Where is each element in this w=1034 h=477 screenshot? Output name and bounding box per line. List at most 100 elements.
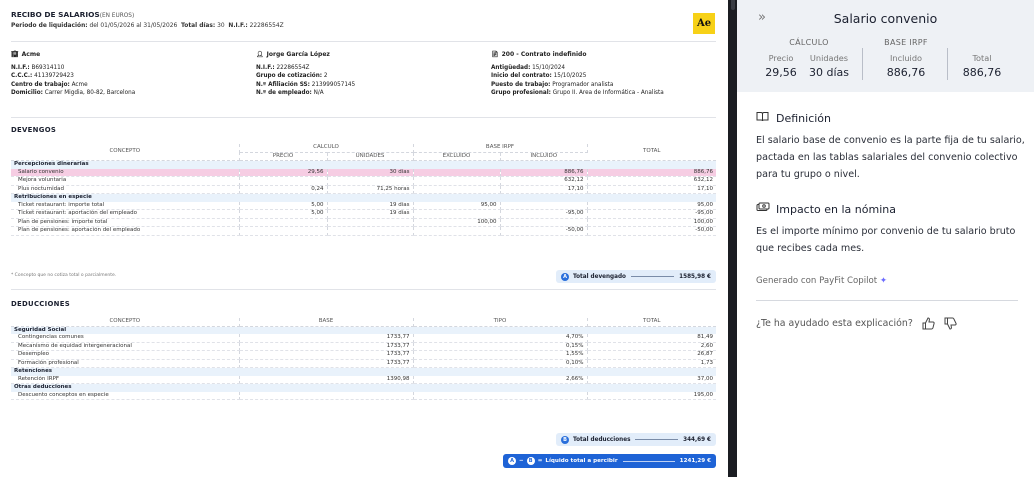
cell-t: 2,66% <box>413 375 588 384</box>
leader-line <box>635 439 679 440</box>
party-field: Grupo profesional: Grupo II. Area de Inf… <box>491 89 721 97</box>
field-key: Grupo de cotización: <box>256 73 323 80</box>
table-row[interactable]: Retención IRPF 1390,98 2,66% 37,00 <box>11 375 716 384</box>
net-pay-value: 1241,29 € <box>679 458 711 464</box>
table-row[interactable]: Salario convenio 29,56 30 días 886,76 886,76 <box>11 168 717 177</box>
table-row[interactable]: Formación profesional 1733,77 0,10% 1,73 <box>11 359 716 368</box>
panel-resize-handle[interactable] <box>728 0 737 477</box>
generated-label: Generado con PayFit Copilot <box>756 276 878 286</box>
party-field: C.C.C.: 41139729423 <box>11 72 251 80</box>
cell-c: Contingencias comunes <box>11 334 240 343</box>
field-value: 213999057145 <box>311 81 356 88</box>
field-value: 22286554Z <box>276 65 310 71</box>
field-key: N.I.F.: <box>256 65 275 71</box>
cell-p: 29,56 <box>239 168 328 177</box>
table-row[interactable]: Contingencias comunes 1733,77 4,70% 81,49 <box>11 334 716 343</box>
field-key: Grupo profesional: <box>491 90 551 97</box>
field-value: Carrer Migdia, 80-82, Barcelona <box>44 90 136 97</box>
company-logo: Ae <box>693 13 715 34</box>
cell-c: Mecanismo de equidad intergeneracional <box>11 342 240 351</box>
cell-c: Formación profesional <box>11 359 240 368</box>
group-row: Otras deducciones <box>11 383 716 392</box>
total-devengado: A Total devengado 1585,98 € <box>556 270 716 283</box>
cell-t: 0,15% <box>413 342 588 351</box>
field-value: Programador analista <box>552 81 614 88</box>
cell-v: 195,00 <box>587 391 716 400</box>
cell-c: Descuento conceptos en especie <box>11 391 240 400</box>
resize-knob[interactable] <box>731 0 735 10</box>
badge-b-icon: B <box>561 435 569 444</box>
party-title: 📄︎ 200 - Contrato indefinido <box>491 50 721 59</box>
cell-u: 19 días <box>327 209 414 219</box>
cell-u: 19 días <box>327 201 414 210</box>
cell-c: Salario convenio <box>11 168 240 177</box>
cell-i: -50,00 <box>500 226 588 236</box>
field-key: Domicilio: <box>11 90 43 97</box>
incluido-value: 886,76 <box>886 66 926 79</box>
table-row[interactable]: Ticket restaurant: aportación del emplea… <box>11 209 717 219</box>
table-row[interactable]: Plus nocturnidad 0,24 71,25 horas 17,10 17,1… <box>11 185 717 194</box>
footnote: * Concepto que no cotiza total o parcial… <box>11 273 117 278</box>
app-root: RECIBO DE SALARIOS(EN EUROS) Periodo de … <box>0 0 1034 477</box>
field-key: N.º Afiliación SS: <box>256 81 310 88</box>
party-name: Jorge García López <box>266 51 330 58</box>
col-unidades: UNIDADES <box>327 152 414 161</box>
cell-i: 886,76 <box>500 168 588 177</box>
definition-text: El salario base de convenio es la parte … <box>756 135 1025 180</box>
cell-v: 2,60 <box>587 342 716 351</box>
divider-line <box>11 289 716 290</box>
cell-i <box>500 201 588 210</box>
thumbs-down-icon[interactable] <box>944 317 957 330</box>
table-row[interactable]: Descuento conceptos en especie 195,00 <box>11 391 716 400</box>
party-title: 👤︎ Jorge García López <box>256 50 486 59</box>
party-title: 🏢︎ Acme <box>11 50 251 59</box>
cell-c: Ticket restaurant: aportación del emplea… <box>11 209 240 219</box>
cell-e: 100,00 <box>413 218 501 227</box>
col-precio: PRECIO <box>239 152 328 161</box>
cell-i: -95,00 <box>500 209 588 219</box>
cell-b: 1733,77 <box>239 350 414 360</box>
devengos-table: CONCEPTO CÁLCULO BASE IRPF TOTAL PRECIO … <box>11 144 717 236</box>
cell-t: 632,12 <box>587 176 717 186</box>
col-total: TOTAL <box>587 318 716 327</box>
cell-u <box>327 218 414 227</box>
party-field: N.º de empleado: N/A <box>256 89 486 97</box>
cell-u <box>327 226 414 236</box>
contract-block: 📄︎ 200 - Contrato indefinido Antigüedad: 1… <box>491 50 721 98</box>
unidades-value: 30 días <box>808 66 849 79</box>
thumbs-up-icon[interactable] <box>922 317 935 330</box>
group-row: Percepciones dinerarias <box>11 160 717 169</box>
col-concepto: CONCEPTO <box>11 144 240 161</box>
cell-i: 17,10 <box>500 185 588 194</box>
cell-i <box>500 218 588 227</box>
cell-t: 100,00 <box>587 218 717 227</box>
cell-c: Retención IRPF <box>11 375 240 384</box>
cell-v: 26,87 <box>587 350 716 360</box>
panel-title: Salario convenio <box>833 11 938 26</box>
total-value: 886,76 <box>962 66 1002 79</box>
payslip-period: Periodo de liquidación: del 01/05/2026 a… <box>11 23 284 29</box>
incluido-label: Incluido <box>889 53 923 63</box>
field-key: Antigüedad: <box>491 65 531 71</box>
table-row[interactable]: Desempleo 1733,77 1,55% 26,87 <box>11 350 716 360</box>
party-field: Grupo de cotización: 2 <box>256 72 486 80</box>
cell-e <box>413 226 501 236</box>
col-base: BASE <box>239 318 414 327</box>
group-row: Seguridad Social <box>11 326 716 334</box>
net-pay-box: A − B = Líquido total a percibir 1241,29… <box>503 454 716 468</box>
party-name: 200 - Contrato indefinido <box>501 51 587 58</box>
party-field: N.I.F.: 22286554Z <box>256 64 486 72</box>
column-separator <box>862 48 863 80</box>
total-label: Total <box>972 53 992 63</box>
table-row[interactable]: Mejora voluntaria 632,12 632,12 <box>11 176 717 186</box>
group-row: Retribuciones en especie <box>11 193 717 202</box>
table-row[interactable]: Mecanismo de equidad intergeneracional 17… <box>11 342 716 351</box>
table-row[interactable]: Ticket restaurant: importe total 5,00 19 d… <box>11 201 717 210</box>
party-field: Puesto de trabajo: Programador analista <box>491 81 721 89</box>
total-deducciones-label: Total deducciones <box>573 436 631 443</box>
table-row[interactable]: Plan de pensiones: aportación del emplea… <box>11 226 717 236</box>
field-value: 15/10/2025 <box>553 73 587 80</box>
person-icon: 👤︎ <box>256 51 264 58</box>
table-row[interactable]: Plan de pensiones: importe total 100,00 10… <box>11 218 717 227</box>
equals-sign: = <box>537 458 543 464</box>
